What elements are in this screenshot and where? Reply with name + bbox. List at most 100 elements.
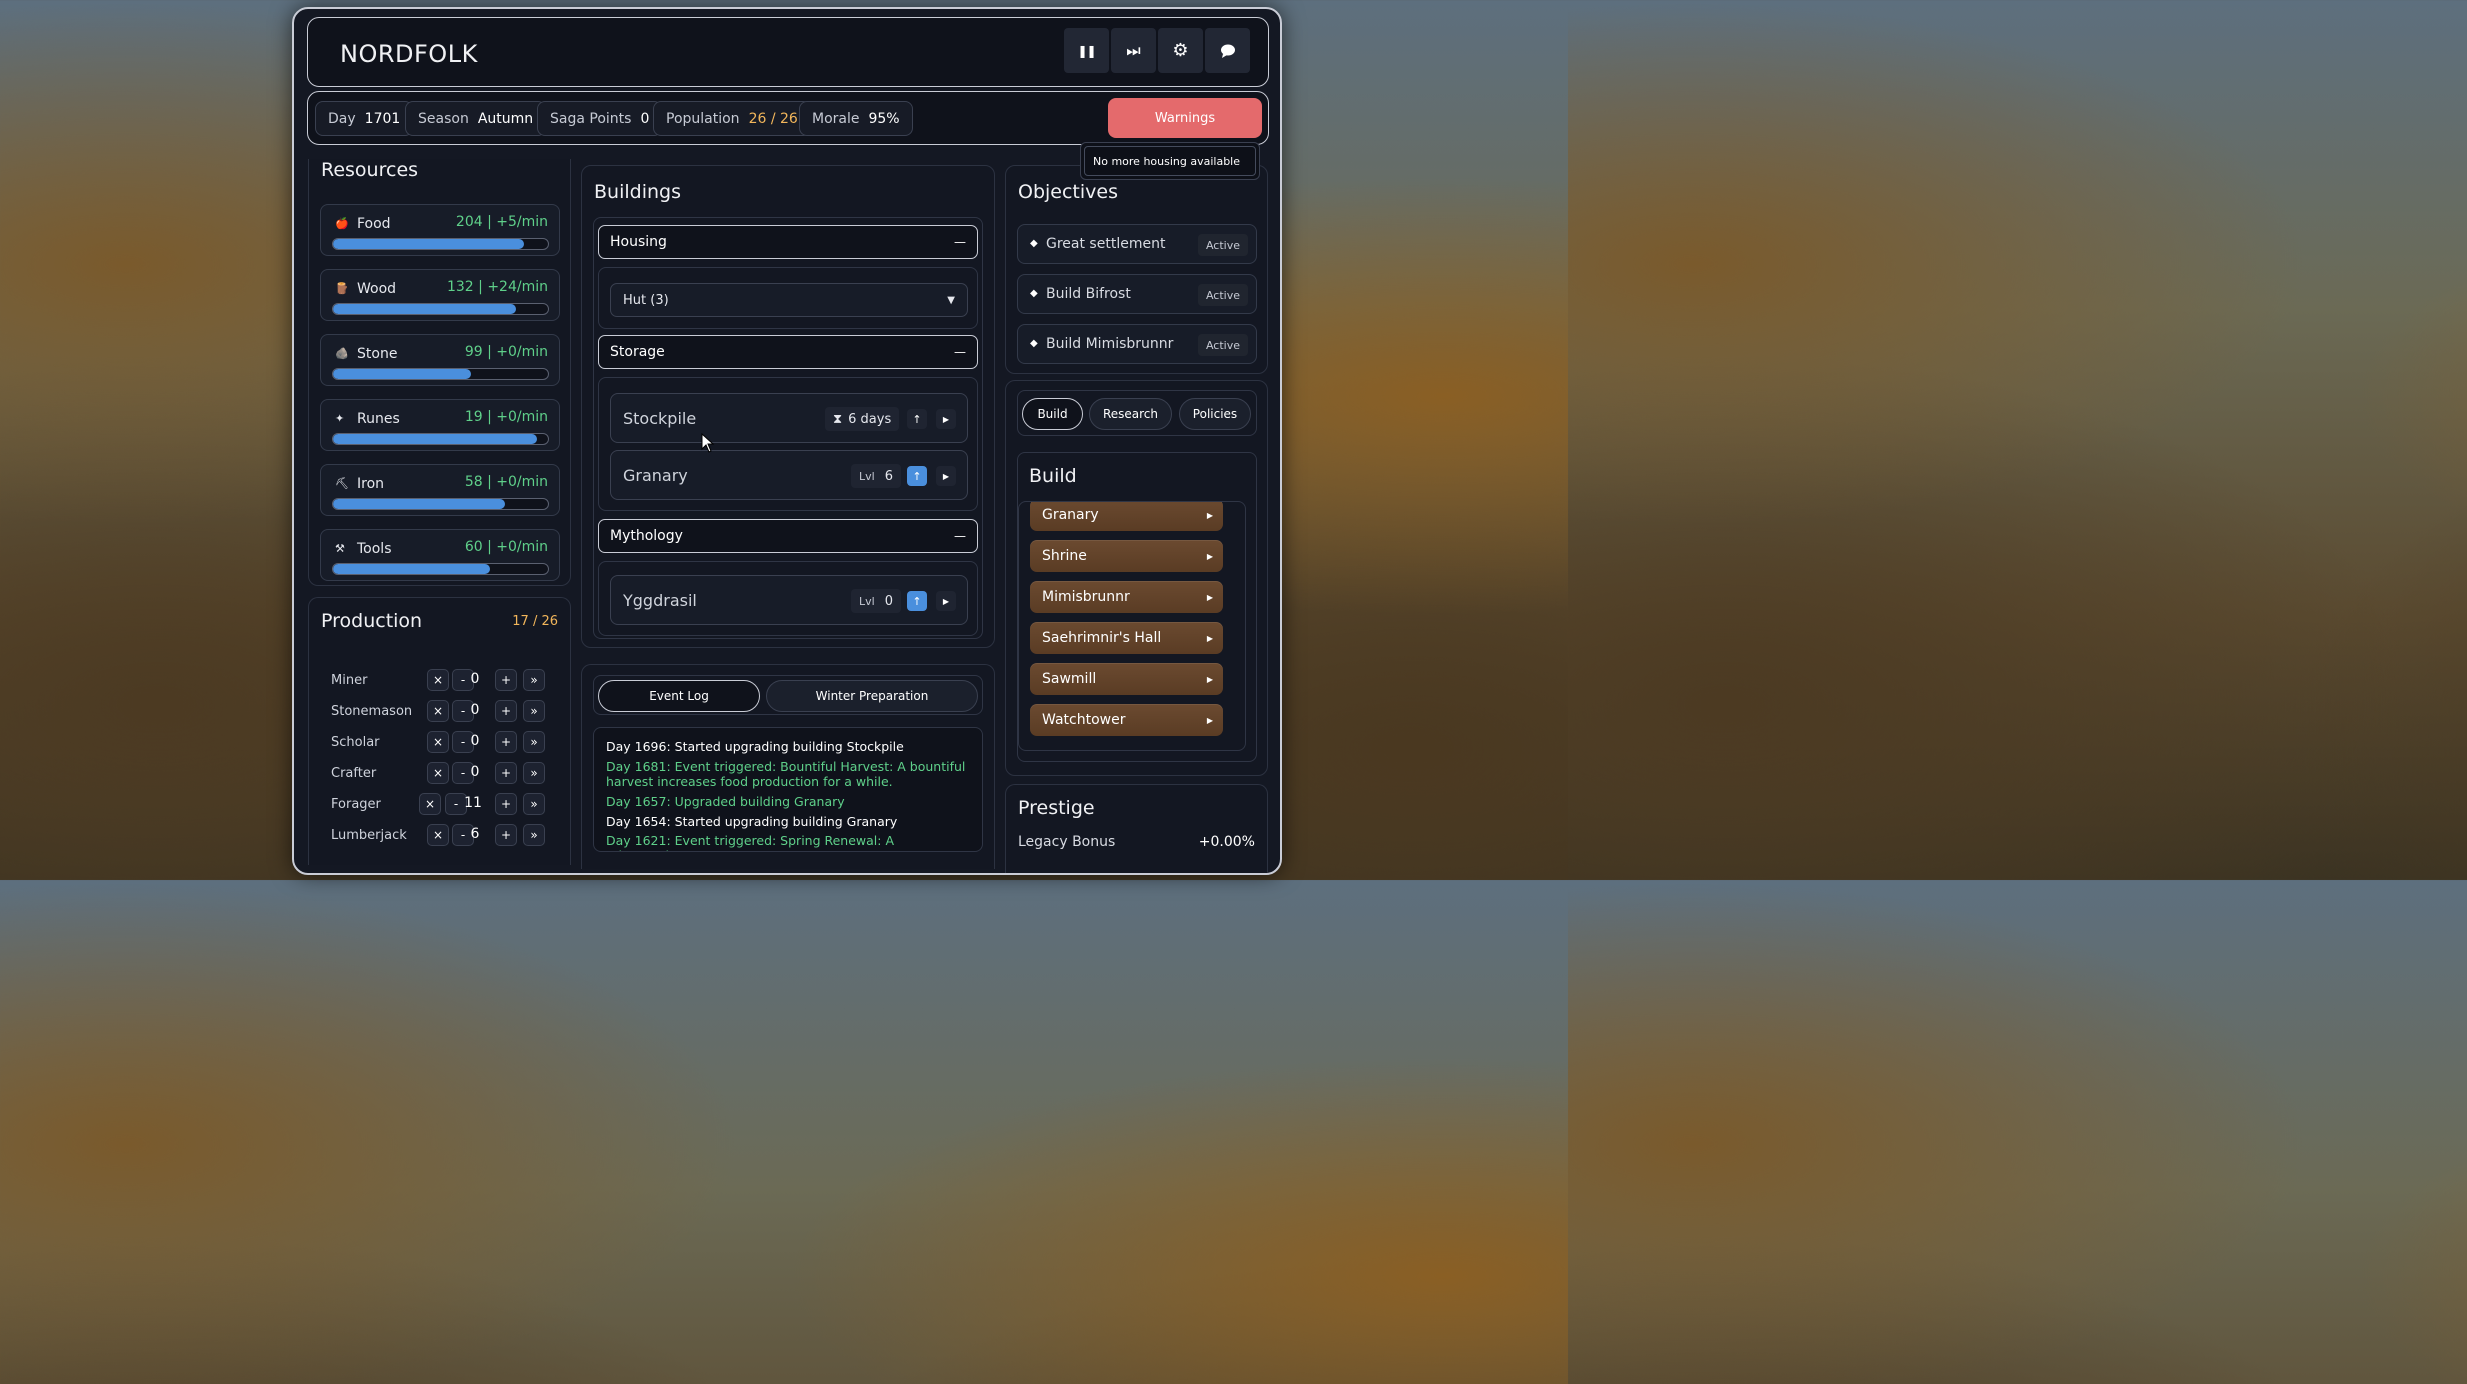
objective-card: ◆ Great settlement Active: [1017, 224, 1257, 264]
increase-workers-button[interactable]: +: [495, 793, 517, 815]
tab-policies[interactable]: Policies: [1179, 398, 1251, 430]
caret-down-icon: ▼: [947, 294, 955, 306]
caret-right-icon: ▶: [1206, 715, 1213, 725]
resource-progress-bar: [332, 433, 549, 445]
morale-chip: Morale 95%: [799, 101, 913, 136]
yggdrasil-upgrade-button[interactable]: ↑: [907, 591, 927, 611]
tab-winter-preparation[interactable]: Winter Preparation: [766, 680, 978, 712]
increase-workers-button[interactable]: +: [495, 731, 517, 753]
clear-workers-button[interactable]: ×: [427, 731, 449, 753]
max-workers-button[interactable]: »: [523, 824, 545, 846]
worker-count: 0: [470, 733, 480, 749]
build-item-button[interactable]: Shrine ▶: [1030, 540, 1223, 572]
warnings-button[interactable]: Warnings: [1108, 98, 1262, 138]
production-panel: Production 17 / 26 Miner × -0 +» Stonemason ×…: [308, 597, 571, 865]
granary-level: Lvl 6: [851, 464, 901, 488]
build-item-button[interactable]: Mimisbrunnr ▶: [1030, 581, 1223, 613]
objectives-panel: Objectives ◆ Great settlement Active ◆ Build…: [1005, 165, 1268, 374]
max-workers-button[interactable]: »: [523, 762, 545, 784]
log-tabs: Event Log Winter Preparation: [593, 675, 983, 715]
clear-workers-button[interactable]: ×: [427, 669, 449, 691]
yggdrasil-level-value: 0: [884, 593, 893, 609]
storage-label: Storage: [610, 344, 665, 360]
season-value: Autumn: [477, 110, 534, 127]
resources-title: Resources: [321, 159, 419, 181]
resource-progress-bar: [332, 238, 549, 250]
max-workers-button[interactable]: »: [523, 669, 545, 691]
increase-workers-button[interactable]: +: [495, 700, 517, 722]
prestige-panel: Prestige Legacy Bonus +0.00%: [1005, 784, 1268, 873]
storage-section-header[interactable]: Storage —: [598, 335, 978, 369]
chat-bubble-icon: [1220, 44, 1235, 58]
resource-card-wood: 🪵 Wood 132 | +24/min: [320, 269, 560, 321]
objective-card: ◆ Build Bifrost Active: [1017, 274, 1257, 314]
saga-value: 0: [640, 110, 650, 127]
resource-card-runes: ✦ Runes 19 | +0/min: [320, 399, 560, 451]
saga-points-chip: Saga Points 0: [537, 101, 663, 136]
clear-workers-button[interactable]: ×: [427, 824, 449, 846]
granary-level-value: 6: [884, 468, 893, 484]
build-item-label: Saehrimnir's Hall: [1042, 630, 1162, 646]
resource-progress-bar: [332, 563, 549, 575]
production-row-crafter: Crafter × -0 +»: [331, 762, 561, 786]
stockpile-upgrade-button[interactable]: ↑: [907, 409, 927, 429]
stockpile-timer: ⧗ 6 days: [825, 407, 900, 431]
build-item-button[interactable]: Granary ▶: [1030, 502, 1223, 531]
tab-event-log[interactable]: Event Log: [598, 680, 760, 712]
mythology-label: Mythology: [610, 528, 683, 544]
arrow-up-icon: ↑: [912, 469, 922, 483]
resource-icon: ✦: [335, 412, 345, 425]
log-entry: Day 1621: Event triggered: Spring Renewa…: [606, 833, 895, 851]
housing-select[interactable]: Hut (3) ▼: [610, 283, 968, 317]
build-item-button[interactable]: Watchtower ▶: [1030, 704, 1223, 736]
settings-button[interactable]: ⚙: [1158, 28, 1203, 73]
yggdrasil-expand-button[interactable]: ▶: [936, 591, 956, 611]
population-chip: Population 26 / 26: [653, 101, 811, 136]
build-item-button[interactable]: Sawmill ▶: [1030, 663, 1223, 695]
mouse-cursor-icon: [701, 433, 715, 453]
morale-value: 95%: [868, 110, 900, 127]
resource-name: Food: [357, 216, 391, 232]
production-row-stonemason: Stonemason × -0 +»: [331, 700, 561, 724]
log-entry: Day 1696: Started upgrading building Sto…: [606, 739, 904, 754]
resource-progress-fill: [333, 434, 538, 444]
tab-build[interactable]: Build: [1022, 398, 1083, 430]
housing-section-header[interactable]: Housing —: [598, 225, 978, 259]
increase-workers-button[interactable]: +: [495, 824, 517, 846]
resource-progress-bar: [332, 303, 549, 315]
population-value: 26 / 26: [748, 110, 798, 127]
resource-card-stone: 🪨 Stone 99 | +0/min: [320, 334, 560, 386]
mythology-section-header[interactable]: Mythology —: [598, 519, 978, 553]
resource-progress-fill: [333, 239, 525, 249]
objective-name: Build Mimisbrunnr: [1046, 336, 1174, 352]
clear-workers-button[interactable]: ×: [427, 700, 449, 722]
pause-icon: ❚❚: [1077, 43, 1096, 58]
clear-workers-button[interactable]: ×: [427, 762, 449, 784]
build-item-button[interactable]: Saehrimnir's Hall ▶: [1030, 622, 1223, 654]
stockpile-expand-button[interactable]: ▶: [936, 409, 956, 429]
increase-workers-button[interactable]: +: [495, 669, 517, 691]
buildings-title: Buildings: [594, 181, 681, 203]
caret-right-icon: ▶: [942, 414, 950, 424]
max-workers-button[interactable]: »: [523, 731, 545, 753]
hourglass-icon: ⧗: [833, 411, 843, 427]
clear-workers-button[interactable]: ×: [419, 793, 441, 815]
granary-upgrade-button[interactable]: ↑: [907, 466, 927, 486]
skip-forward-button[interactable]: ⏭: [1111, 28, 1156, 73]
resource-name: Wood: [357, 281, 397, 297]
granary-expand-button[interactable]: ▶: [936, 466, 956, 486]
chat-button[interactable]: [1205, 28, 1250, 73]
tab-research[interactable]: Research: [1089, 398, 1172, 430]
season-chip: Season Autumn: [405, 101, 547, 136]
warning-tooltip-text: No more housing available: [1084, 146, 1256, 176]
legacy-bonus-value: +0.00%: [1198, 834, 1255, 850]
increase-workers-button[interactable]: +: [495, 762, 517, 784]
worker-name: Crafter: [331, 766, 377, 781]
pause-button[interactable]: ❚❚: [1064, 28, 1109, 73]
build-section: Build Granary ▶ Shrine ▶ Mimisbrunnr ▶ Saehrim…: [1017, 452, 1257, 762]
resource-card-iron: ⛏ Iron 58 | +0/min: [320, 464, 560, 516]
caret-right-icon: ▶: [1206, 510, 1213, 520]
max-workers-button[interactable]: »: [523, 793, 545, 815]
caret-right-icon: ▶: [1206, 592, 1213, 602]
max-workers-button[interactable]: »: [523, 700, 545, 722]
